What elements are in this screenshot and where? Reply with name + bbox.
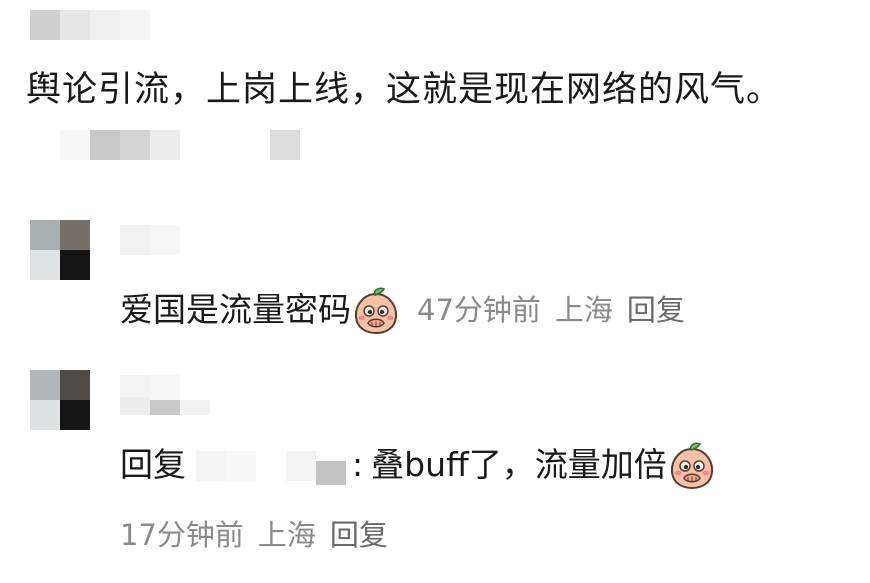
reply-row: 回复 : 叠buff了，流量加倍	[120, 440, 717, 490]
comment-meta-blurred	[60, 130, 310, 160]
reply-button[interactable]: 回复	[627, 285, 685, 335]
reply-time: 17分钟前	[120, 518, 244, 552]
avatar[interactable]	[30, 370, 90, 430]
reply-meta: 47分钟前 上海 回复	[417, 285, 685, 335]
reply-location: 上海	[554, 293, 613, 327]
reply-button[interactable]: 回复	[330, 512, 388, 554]
reply-prefix: 回复	[120, 445, 186, 484]
reply-location: 上海	[257, 518, 316, 552]
peach-covering-mouth-emoji	[670, 442, 713, 490]
reply-row: 爱国是流量密码 47分钟前 上海 回复	[120, 285, 685, 335]
replier-name-blurred[interactable]	[120, 375, 290, 415]
reply-text: 爱国是流量密码	[120, 290, 351, 329]
reply-separator: :	[352, 445, 364, 484]
reply-text: 叠buff了，流量加倍	[371, 445, 667, 484]
mentioned-user-blurred[interactable]	[196, 445, 346, 485]
avatar[interactable]	[30, 220, 90, 280]
replier-name-blurred[interactable]	[120, 225, 290, 255]
commenter-name-blurred[interactable]	[30, 10, 150, 40]
reply-time: 47分钟前	[417, 293, 541, 327]
peach-covering-mouth-emoji	[354, 287, 398, 335]
reply-meta: 17分钟前 上海 回复	[120, 512, 388, 554]
comment-text: 舆论引流，上岗上线，这就是现在网络的风气。	[26, 70, 783, 110]
